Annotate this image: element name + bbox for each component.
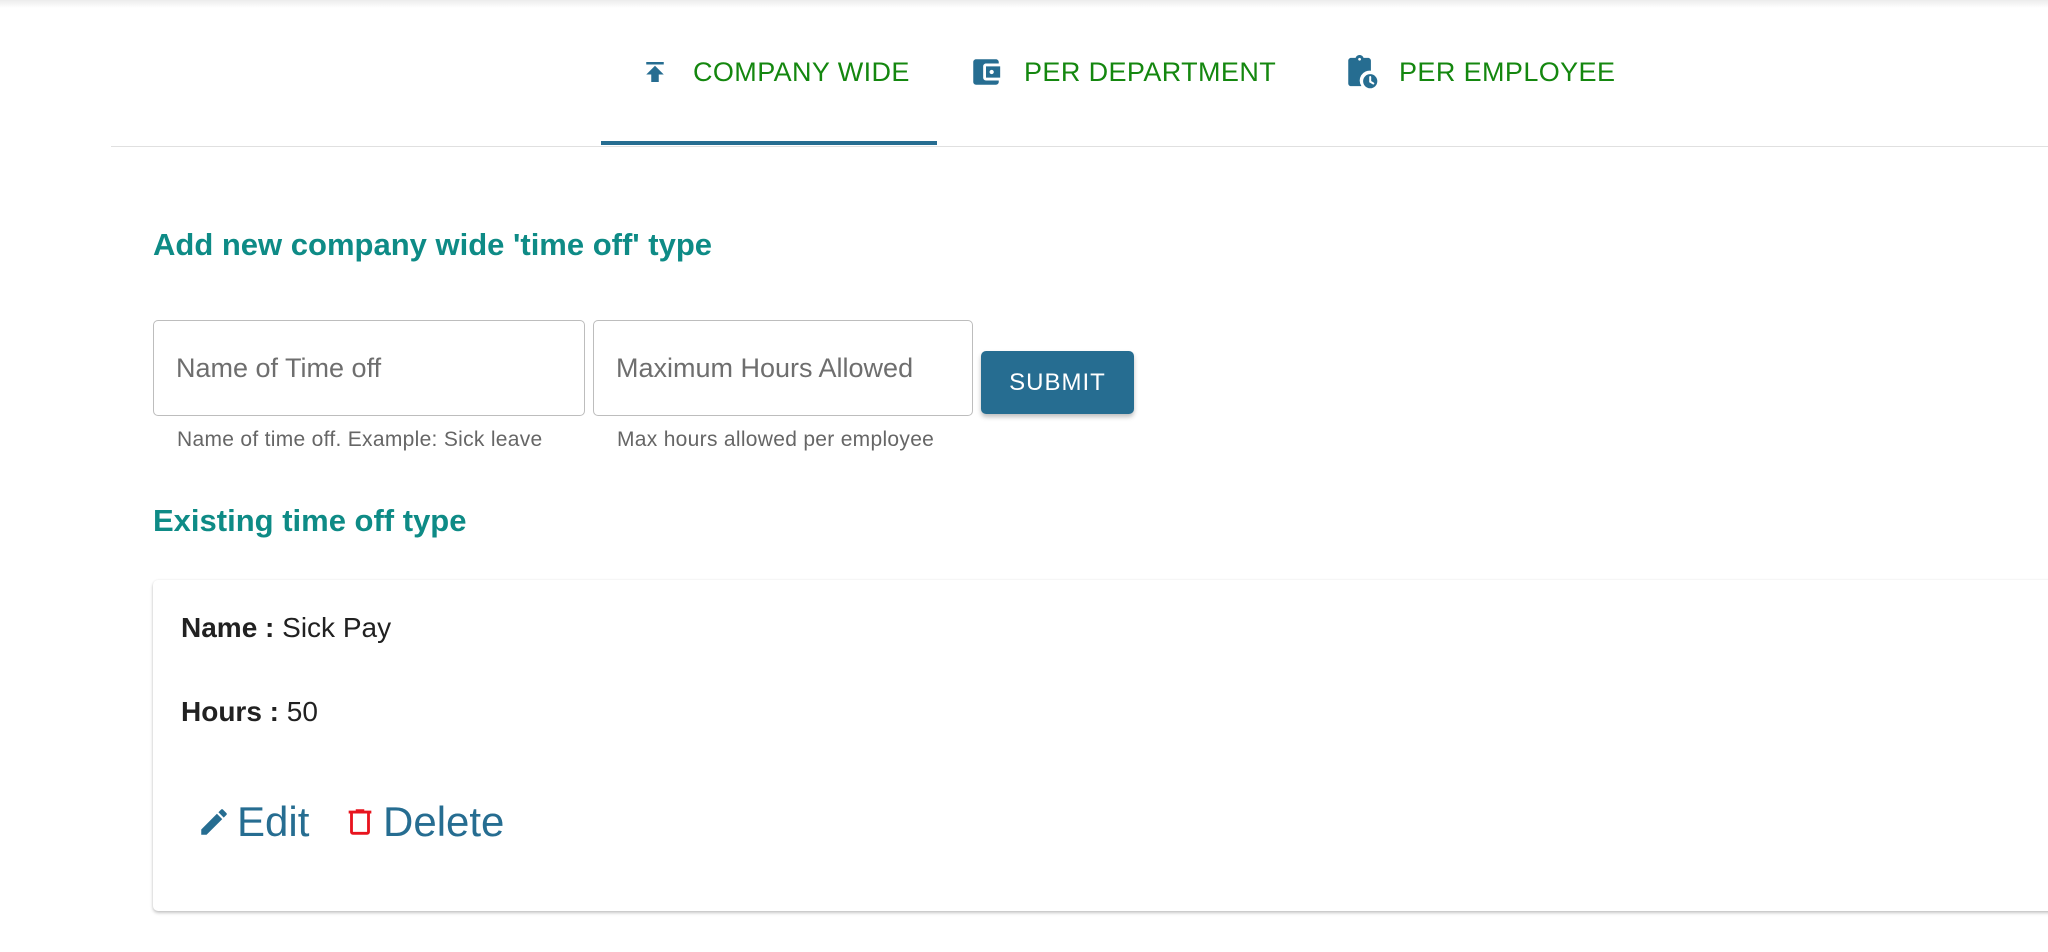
max-hours-helper: Max hours allowed per employee — [617, 428, 935, 451]
add-form-title: Add new company wide 'time off' type — [153, 227, 713, 262]
tab-per-department[interactable]: PER DEPARTMENT — [968, 52, 1276, 92]
delete-button[interactable]: Delete — [343, 797, 504, 847]
trash-icon — [343, 804, 377, 840]
name-row: Name : Sick Pay — [181, 612, 391, 644]
tab-label: PER EMPLOYEE — [1399, 56, 1616, 87]
time-off-name-input[interactable] — [154, 321, 584, 415]
pencil-icon — [197, 805, 231, 839]
tab-company-wide[interactable]: COMPANY WIDE — [637, 52, 910, 92]
submit-button[interactable]: SUBMIT — [981, 351, 1134, 414]
time-off-name-field[interactable] — [153, 320, 585, 416]
active-tab-indicator — [601, 141, 937, 145]
tab-label: PER DEPARTMENT — [1024, 56, 1277, 87]
hours-value: 50 — [286, 696, 318, 727]
edit-button[interactable]: Edit — [197, 797, 309, 847]
hours-label: Hours : — [181, 696, 279, 727]
hours-row: Hours : 50 — [181, 696, 318, 728]
max-hours-field[interactable] — [593, 320, 973, 416]
time-off-type-card: Name : Sick Pay Hours : 50 Edit Delete — [153, 580, 2048, 911]
name-label: Name : — [181, 612, 275, 643]
upload-icon — [637, 54, 673, 90]
tab-per-employee[interactable]: PER EMPLOYEE — [1343, 52, 1615, 92]
clipboard-clock-icon — [1343, 54, 1379, 90]
tab-label: COMPANY WIDE — [693, 56, 910, 87]
time-off-name-helper: Name of time off. Example: Sick leave — [177, 428, 543, 451]
delete-label: Delete — [383, 798, 505, 845]
existing-types-title: Existing time off type — [153, 503, 467, 538]
edit-label: Edit — [237, 798, 310, 845]
name-value: Sick Pay — [282, 612, 392, 643]
wallet-icon — [968, 54, 1004, 90]
max-hours-input[interactable] — [594, 321, 972, 415]
